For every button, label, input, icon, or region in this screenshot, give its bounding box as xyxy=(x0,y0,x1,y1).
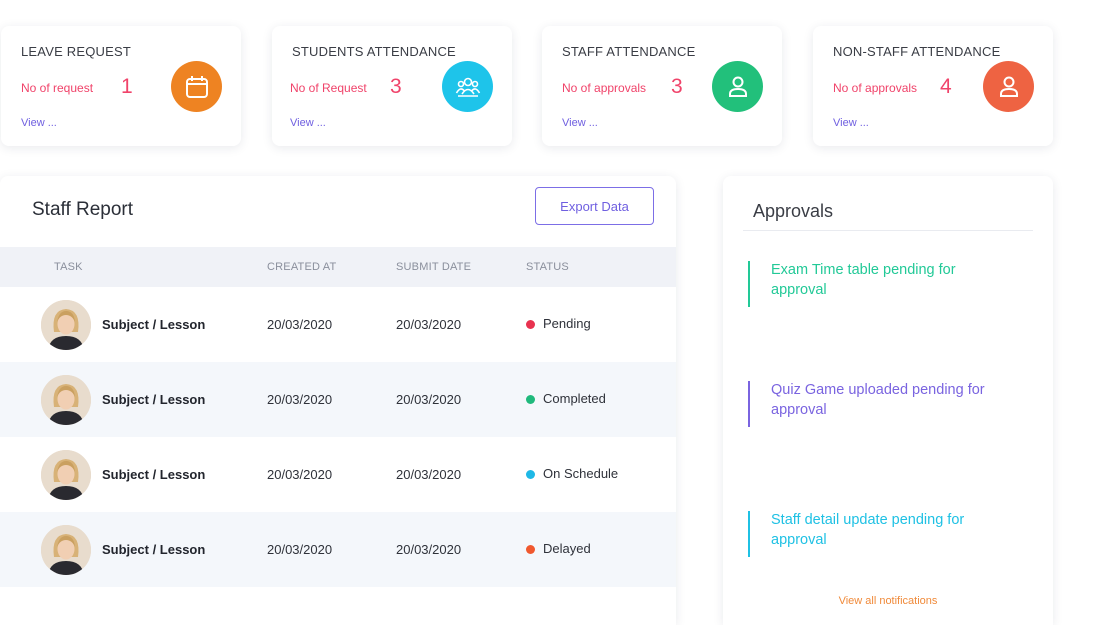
column-header-submit-date: SUBMIT DATE xyxy=(396,261,472,273)
card-count: 3 xyxy=(671,75,683,98)
task-name: Subject / Lesson xyxy=(102,317,206,332)
calendar-icon xyxy=(171,61,222,112)
submit-date: 20/03/2020 xyxy=(396,467,462,482)
divider xyxy=(743,230,1033,231)
group-users-icon xyxy=(442,61,493,112)
avatar xyxy=(41,525,91,575)
created-at: 20/03/2020 xyxy=(267,317,333,332)
view-link[interactable]: View ... xyxy=(833,117,869,129)
card-label: No of request xyxy=(21,81,94,95)
approval-text: Staff detail update pending for approval xyxy=(771,512,965,548)
created-at: 20/03/2020 xyxy=(267,542,333,557)
avatar xyxy=(41,375,91,425)
task-name: Subject / Lesson xyxy=(102,467,206,482)
card-title: STAFF ATTENDANCE xyxy=(562,44,696,59)
user-icon xyxy=(983,61,1034,112)
task-name: Subject / Lesson xyxy=(102,542,206,557)
created-at: 20/03/2020 xyxy=(267,467,333,482)
panel-title: Staff Report xyxy=(32,199,134,220)
card-count: 1 xyxy=(121,75,133,98)
status-dot xyxy=(526,545,535,554)
panel-title: Approvals xyxy=(753,201,834,221)
approval-text: Quiz Game uploaded pending for approval xyxy=(771,382,985,418)
status-badge: Delayed xyxy=(543,541,591,556)
approval-accent-bar xyxy=(748,511,750,557)
approval-accent-bar xyxy=(748,261,750,307)
avatar xyxy=(41,450,91,500)
non-staff-attendance-card: NON-STAFF ATTENDANCE No of approvals 4 V… xyxy=(813,26,1053,146)
table-row[interactable]: Subject / Lesson 20/03/2020 20/03/2020 C… xyxy=(0,362,676,437)
approvals-panel: Approvals Exam Time table pending for ap… xyxy=(723,176,1053,625)
task-name: Subject / Lesson xyxy=(102,392,206,407)
export-data-button[interactable]: Export Data xyxy=(535,187,654,225)
card-count: 4 xyxy=(940,75,952,98)
card-title: NON-STAFF ATTENDANCE xyxy=(833,44,1001,59)
column-header-status: STATUS xyxy=(526,261,569,273)
approval-text: Exam Time table pending for approval xyxy=(771,262,956,298)
status-dot xyxy=(526,470,535,479)
created-at: 20/03/2020 xyxy=(267,392,333,407)
leave-request-card: LEAVE REQUEST No of request 1 View ... xyxy=(1,26,241,146)
card-count: 3 xyxy=(390,75,402,98)
status-dot xyxy=(526,320,535,329)
column-header-created-at: CREATED AT xyxy=(267,261,337,273)
status-badge: Completed xyxy=(543,391,606,406)
card-title: LEAVE REQUEST xyxy=(21,44,132,59)
submit-date: 20/03/2020 xyxy=(396,542,462,557)
status-badge: On Schedule xyxy=(543,466,619,481)
avatar xyxy=(41,300,91,350)
table-header: TASK CREATED AT SUBMIT DATE STATUS xyxy=(0,247,676,287)
table-row[interactable]: Subject / Lesson 20/03/2020 20/03/2020 O… xyxy=(0,437,676,512)
status-dot xyxy=(526,395,535,404)
column-header-task: TASK xyxy=(54,261,83,273)
card-title: STUDENTS ATTENDANCE xyxy=(292,44,456,59)
card-label: No of approvals xyxy=(562,81,647,95)
staff-report-panel: Staff Report Export Data TASK CREATED AT… xyxy=(0,176,676,625)
status-badge: Pending xyxy=(543,316,591,331)
submit-date: 20/03/2020 xyxy=(396,317,462,332)
view-link[interactable]: View ... xyxy=(290,117,326,129)
view-all-notifications-link[interactable]: View all notifications xyxy=(723,595,1053,607)
view-link[interactable]: View ... xyxy=(21,117,57,129)
user-icon xyxy=(712,61,763,112)
staff-attendance-card: STAFF ATTENDANCE No of approvals 3 View … xyxy=(542,26,782,146)
table-row[interactable]: Subject / Lesson 20/03/2020 20/03/2020 P… xyxy=(0,287,676,362)
approval-accent-bar xyxy=(748,381,750,427)
card-label: No of approvals xyxy=(833,81,918,95)
card-label: No of Request xyxy=(290,81,367,95)
view-link[interactable]: View ... xyxy=(562,117,598,129)
students-attendance-card: STUDENTS ATTENDANCE No of Request 3 View… xyxy=(272,26,512,146)
table-row[interactable]: Subject / Lesson 20/03/2020 20/03/2020 D… xyxy=(0,512,676,587)
submit-date: 20/03/2020 xyxy=(396,392,462,407)
